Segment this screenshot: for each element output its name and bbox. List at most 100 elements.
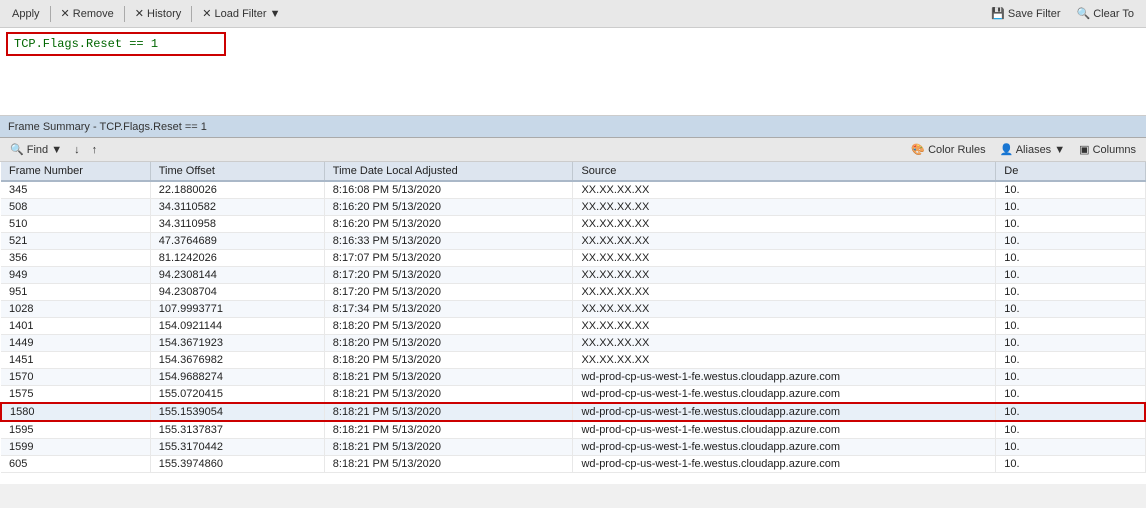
- packet-table: Frame Number Time Offset Time Date Local…: [0, 162, 1146, 473]
- cell-4: 10.: [996, 386, 1145, 404]
- cell-1: 22.1880026: [150, 181, 324, 199]
- color-rules-button[interactable]: 🎨 Color Rules: [907, 142, 989, 157]
- table-row[interactable]: 1449154.36719238:18:20 PM 5/13/2020XX.XX…: [1, 335, 1145, 352]
- cell-2: 8:16:33 PM 5/13/2020: [324, 233, 573, 250]
- cell-2: 8:17:07 PM 5/13/2020: [324, 250, 573, 267]
- cell-4: 10.: [996, 250, 1145, 267]
- cell-3: XX.XX.XX.XX: [573, 216, 996, 233]
- cell-1: 155.1539054: [150, 403, 324, 421]
- cell-4: 10.: [996, 199, 1145, 216]
- cell-2: 8:16:08 PM 5/13/2020: [324, 181, 573, 199]
- col-header-time[interactable]: Time Date Local Adjusted: [324, 162, 573, 181]
- cell-2: 8:17:20 PM 5/13/2020: [324, 284, 573, 301]
- cell-2: 8:16:20 PM 5/13/2020: [324, 199, 573, 216]
- col-header-offset[interactable]: Time Offset: [150, 162, 324, 181]
- table-row[interactable]: 34522.18800268:16:08 PM 5/13/2020XX.XX.X…: [1, 181, 1145, 199]
- cell-1: 47.3764689: [150, 233, 324, 250]
- cell-0: 510: [1, 216, 150, 233]
- cell-3: wd-prod-cp-us-west-1-fe.westus.cloudapp.…: [573, 403, 996, 421]
- cell-0: 1449: [1, 335, 150, 352]
- save-filter-button[interactable]: 💾 Save Filter: [985, 5, 1066, 22]
- cell-1: 154.3671923: [150, 335, 324, 352]
- table-row[interactable]: 1595155.31378378:18:21 PM 5/13/2020wd-pr…: [1, 421, 1145, 439]
- col-header-source[interactable]: Source: [573, 162, 996, 181]
- cell-0: 1570: [1, 369, 150, 386]
- cell-0: 1401: [1, 318, 150, 335]
- aliases-button[interactable]: 👤 Aliases ▼: [996, 142, 1070, 157]
- table-row[interactable]: 51034.31109588:16:20 PM 5/13/2020XX.XX.X…: [1, 216, 1145, 233]
- cell-3: XX.XX.XX.XX: [573, 250, 996, 267]
- table-row[interactable]: 52147.37646898:16:33 PM 5/13/2020XX.XX.X…: [1, 233, 1145, 250]
- table-row[interactable]: 1599155.31704428:18:21 PM 5/13/2020wd-pr…: [1, 439, 1145, 456]
- filter-input[interactable]: [6, 32, 226, 56]
- col-header-dest[interactable]: De: [996, 162, 1145, 181]
- table-row[interactable]: 1580155.15390548:18:21 PM 5/13/2020wd-pr…: [1, 403, 1145, 421]
- cell-4: 10.: [996, 456, 1145, 473]
- cell-4: 10.: [996, 181, 1145, 199]
- cell-2: 8:18:21 PM 5/13/2020: [324, 386, 573, 404]
- table-row[interactable]: 1575155.07204158:18:21 PM 5/13/2020wd-pr…: [1, 386, 1145, 404]
- remove-button[interactable]: ✕ Remove: [55, 5, 120, 22]
- cell-2: 8:18:21 PM 5/13/2020: [324, 403, 573, 421]
- cell-1: 154.0921144: [150, 318, 324, 335]
- cell-1: 107.9993771: [150, 301, 324, 318]
- cell-3: XX.XX.XX.XX: [573, 318, 996, 335]
- table-row[interactable]: 94994.23081448:17:20 PM 5/13/2020XX.XX.X…: [1, 267, 1145, 284]
- cell-1: 34.3110582: [150, 199, 324, 216]
- cell-1: 155.0720415: [150, 386, 324, 404]
- cell-1: 34.3110958: [150, 216, 324, 233]
- cell-2: 8:16:20 PM 5/13/2020: [324, 216, 573, 233]
- cell-1: 94.2308704: [150, 284, 324, 301]
- cell-4: 10.: [996, 403, 1145, 421]
- load-filter-button[interactable]: ✕ Load Filter ▼: [196, 5, 286, 22]
- cell-0: 1451: [1, 352, 150, 369]
- apply-button[interactable]: Apply: [6, 6, 46, 22]
- cell-2: 8:18:21 PM 5/13/2020: [324, 456, 573, 473]
- clear-button[interactable]: 🔍 Clear To: [1070, 5, 1140, 22]
- frame-summary-bar: Frame Summary - TCP.Flags.Reset == 1: [0, 116, 1146, 138]
- cell-2: 8:18:21 PM 5/13/2020: [324, 369, 573, 386]
- history-button[interactable]: ✕ History: [129, 5, 188, 22]
- cell-0: 356: [1, 250, 150, 267]
- cell-3: XX.XX.XX.XX: [573, 181, 996, 199]
- cell-3: wd-prod-cp-us-west-1-fe.westus.cloudapp.…: [573, 369, 996, 386]
- packet-table-container[interactable]: Frame Number Time Offset Time Date Local…: [0, 162, 1146, 484]
- cell-1: 81.1242026: [150, 250, 324, 267]
- cell-0: 1599: [1, 439, 150, 456]
- cell-4: 10.: [996, 369, 1145, 386]
- cell-0: 1028: [1, 301, 150, 318]
- cell-0: 508: [1, 199, 150, 216]
- cell-2: 8:17:20 PM 5/13/2020: [324, 267, 573, 284]
- cell-0: 951: [1, 284, 150, 301]
- find-up-button[interactable]: ↑: [88, 143, 102, 157]
- table-row[interactable]: 1570154.96882748:18:21 PM 5/13/2020wd-pr…: [1, 369, 1145, 386]
- table-row[interactable]: 1401154.09211448:18:20 PM 5/13/2020XX.XX…: [1, 318, 1145, 335]
- col-header-frame[interactable]: Frame Number: [1, 162, 150, 181]
- find-button[interactable]: 🔍 Find ▼: [6, 142, 66, 157]
- table-row[interactable]: 1451154.36769828:18:20 PM 5/13/2020XX.XX…: [1, 352, 1145, 369]
- cell-4: 10.: [996, 284, 1145, 301]
- cell-0: 605: [1, 456, 150, 473]
- cell-2: 8:18:21 PM 5/13/2020: [324, 421, 573, 439]
- cell-3: XX.XX.XX.XX: [573, 335, 996, 352]
- cell-1: 155.3170442: [150, 439, 324, 456]
- table-row[interactable]: 605155.39748608:18:21 PM 5/13/2020wd-pro…: [1, 456, 1145, 473]
- cell-3: wd-prod-cp-us-west-1-fe.westus.cloudapp.…: [573, 386, 996, 404]
- table-row[interactable]: 50834.31105828:16:20 PM 5/13/2020XX.XX.X…: [1, 199, 1145, 216]
- cell-4: 10.: [996, 216, 1145, 233]
- sep3: [191, 6, 192, 22]
- cell-3: wd-prod-cp-us-west-1-fe.westus.cloudapp.…: [573, 439, 996, 456]
- find-down-button[interactable]: ↓: [70, 143, 84, 157]
- sep1: [50, 6, 51, 22]
- cell-0: 1575: [1, 386, 150, 404]
- table-row[interactable]: 95194.23087048:17:20 PM 5/13/2020XX.XX.X…: [1, 284, 1145, 301]
- cell-1: 154.3676982: [150, 352, 324, 369]
- cell-2: 8:18:20 PM 5/13/2020: [324, 335, 573, 352]
- columns-button[interactable]: ▣ Columns: [1075, 142, 1140, 157]
- table-row[interactable]: 1028107.99937718:17:34 PM 5/13/2020XX.XX…: [1, 301, 1145, 318]
- cell-2: 8:18:20 PM 5/13/2020: [324, 318, 573, 335]
- cell-4: 10.: [996, 439, 1145, 456]
- sep2: [124, 6, 125, 22]
- table-row[interactable]: 35681.12420268:17:07 PM 5/13/2020XX.XX.X…: [1, 250, 1145, 267]
- find-toolbar-right: 🎨 Color Rules 👤 Aliases ▼ ▣ Columns: [907, 142, 1140, 157]
